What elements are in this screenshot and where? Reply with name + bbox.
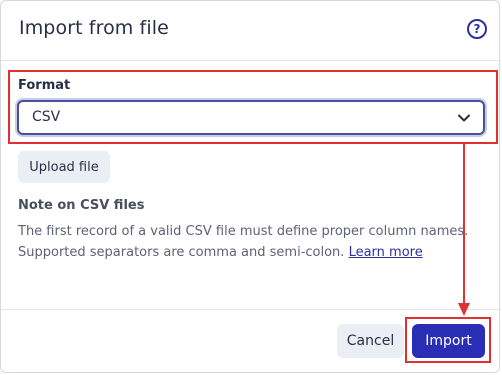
note-text: The first record of a valid CSV file mus… [18, 221, 488, 263]
learn-more-link[interactable]: Learn more [349, 245, 423, 260]
help-icon[interactable]: ? [467, 19, 487, 39]
cancel-button[interactable]: Cancel [337, 324, 404, 358]
import-highlight-box [405, 317, 491, 363]
dialog-title: Import from file [19, 17, 169, 39]
note-title: Note on CSV files [18, 198, 145, 213]
footer-divider [1, 309, 501, 310]
upload-file-button[interactable]: Upload file [18, 151, 110, 183]
header-divider [1, 60, 501, 61]
format-highlight-box [8, 70, 498, 144]
